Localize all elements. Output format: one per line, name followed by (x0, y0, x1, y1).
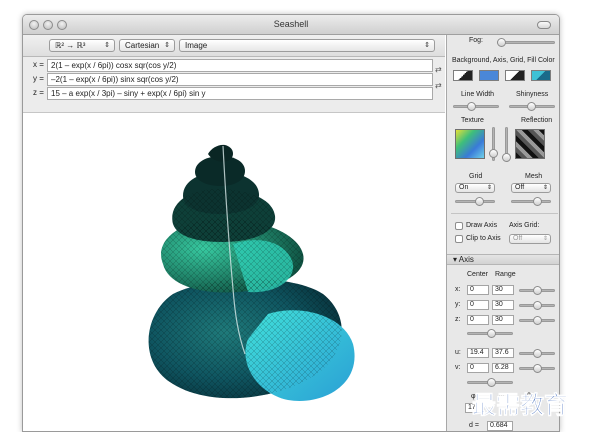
grid-color-swatch[interactable] (505, 70, 525, 81)
center-header: Center (467, 271, 489, 278)
grid-density-knob[interactable] (475, 197, 484, 206)
mode-select-value: Image (185, 41, 208, 50)
watermark-text-graphic: 最需教育 (472, 391, 569, 420)
window-title: Seashell (273, 19, 309, 29)
axis-z-label: z: (455, 316, 461, 323)
chevron-updown-icon: ⇕ (486, 185, 492, 191)
param-v-label: v: (455, 364, 461, 371)
equation-editor: x = 2(1 – exp(x / 6pi)) cosx sqr(cos y/2… (23, 57, 445, 113)
mesh-density-knob[interactable] (533, 197, 542, 206)
axis-y-center-field[interactable]: 0 (467, 300, 489, 310)
param-u-label: u: (455, 349, 461, 356)
param-v-slider-knob[interactable] (533, 364, 542, 373)
mesh-select[interactable]: Off ⇕ (511, 183, 551, 193)
chevron-updown-icon: ⇕ (104, 42, 110, 49)
param-u-slider-knob[interactable] (533, 349, 542, 358)
coordinate-select-value: Cartesian (125, 41, 160, 50)
equation-label: z = (33, 88, 44, 97)
reflection-label: Reflection (521, 117, 553, 124)
swap-icon[interactable]: ⇄ (435, 65, 442, 74)
axis-y-label: y: (455, 301, 461, 308)
coordinate-select[interactable]: Cartesian ⇕ (119, 39, 175, 52)
mesh-label: Mesh (525, 173, 543, 180)
divider (451, 213, 558, 214)
svg-text:最需教育: 最需教育 (472, 391, 568, 419)
line-width-label: Line Width (461, 91, 495, 98)
mode-select[interactable]: Image ⇕ (179, 39, 435, 52)
clip-to-axis-checkbox[interactable] (455, 235, 463, 243)
reflection-slider-knob[interactable] (502, 153, 511, 162)
plot-canvas[interactable] (23, 114, 445, 431)
mesh-density-slider[interactable] (511, 200, 551, 203)
shininess-knob[interactable] (527, 102, 536, 111)
title-bar: Seashell (23, 15, 559, 35)
axis-y-slider-knob[interactable] (533, 301, 542, 310)
range-header: Range (495, 271, 516, 278)
axis-section-header[interactable]: ▾ Axis (447, 254, 559, 265)
axis-z-range-field[interactable]: 30 (492, 315, 514, 325)
inspector-panel: Fog: Background, Axis, Grid, Fill Color … (446, 35, 559, 431)
texture-label: Texture (461, 117, 484, 124)
param-v-center-field[interactable]: 0 (467, 363, 489, 373)
axis-z-center-field[interactable]: 0 (467, 315, 489, 325)
texture-slider-knob[interactable] (489, 149, 498, 158)
axis-z-slider-knob[interactable] (533, 316, 542, 325)
equation-row-z: z = 15 – a exp(x / 3pi) – siny + exp(x /… (23, 87, 445, 101)
fill-color-swatch[interactable] (531, 70, 551, 81)
axis-zoom-knob[interactable] (487, 329, 496, 338)
axis-section-title: Axis (458, 255, 474, 264)
fog-slider-knob[interactable] (497, 38, 506, 47)
axis-x-slider-knob[interactable] (533, 286, 542, 295)
swap-icon[interactable]: ⇄ (435, 81, 442, 90)
app-window: Seashell ℝ² → ℝ³ ⇕ Cartesian ⇕ Image ⇕ x… (22, 14, 560, 432)
mapping-select-value: ℝ² → ℝ³ (55, 41, 86, 50)
equation-field-y[interactable]: –2(1 – exp(x / 6pi)) sinx sqr(cos y/2) (47, 73, 433, 86)
line-width-slider[interactable] (453, 105, 499, 108)
equation-label: x = (33, 60, 44, 69)
grid-select-value: On (459, 184, 469, 191)
clip-to-axis-label: Clip to Axis (466, 235, 501, 242)
param-u-range-field[interactable]: 37.6 (492, 348, 514, 358)
equation-row-x: x = 2(1 – exp(x / 6pi)) cosx sqr(cos y/2… (23, 59, 445, 73)
chevron-updown-icon: ⇕ (164, 42, 170, 49)
axis-grid-select-value: Off (513, 235, 523, 242)
texture-preview[interactable] (455, 129, 485, 159)
background-color-swatch[interactable] (453, 70, 473, 81)
seashell-surface (148, 144, 355, 401)
reflection-preview[interactable] (515, 129, 545, 159)
param-u-center-field[interactable]: 19.4 (467, 348, 489, 358)
grid-label: Grid (469, 173, 483, 180)
mesh-select-value: Off (515, 184, 525, 191)
grid-select[interactable]: On ⇕ (455, 183, 495, 193)
fog-label: Fog: (469, 37, 484, 44)
axis-x-range-field[interactable]: 30 (492, 285, 514, 295)
draw-axis-checkbox[interactable] (455, 222, 463, 230)
draw-axis-label: Draw Axis (466, 222, 498, 229)
line-width-knob[interactable] (467, 102, 476, 111)
mapping-select[interactable]: ℝ² → ℝ³ ⇕ (49, 39, 115, 52)
axis-grid-label: Axis Grid: (509, 222, 540, 229)
axis-grid-select[interactable]: Off ⇕ (509, 234, 551, 244)
axis-x-center-field[interactable]: 0 (467, 285, 489, 295)
param-v-range-field[interactable]: 6.28 (492, 363, 514, 373)
axis-x-label: x: (455, 286, 461, 293)
chevron-updown-icon: ⇕ (542, 185, 548, 191)
equation-label: y = (33, 74, 44, 83)
axis-color-swatch[interactable] (479, 70, 499, 81)
chevron-updown-icon: ⇕ (542, 236, 548, 242)
axis-y-range-field[interactable]: 30 (492, 300, 514, 310)
toolbar: ℝ² → ℝ³ ⇕ Cartesian ⇕ Image ⇕ (23, 35, 445, 57)
shell-mesh (172, 189, 276, 242)
chevron-updown-icon: ⇕ (424, 42, 430, 49)
watermark-logo: 最需教育 (466, 385, 586, 425)
shininess-label: Shinyness (516, 91, 549, 98)
colors-label: Background, Axis, Grid, Fill Color (452, 57, 555, 64)
toolbar-toggle-button[interactable] (537, 21, 551, 29)
equation-field-z[interactable]: 15 – a exp(x / 3pi) – siny + exp(x / 6pi… (47, 87, 433, 100)
equation-field-x[interactable]: 2(1 – exp(x / 6pi)) cosx sqr(cos y/2) (47, 59, 433, 72)
equation-row-y: y = –2(1 – exp(x / 6pi)) sinx sqr(cos y/… (23, 73, 445, 87)
